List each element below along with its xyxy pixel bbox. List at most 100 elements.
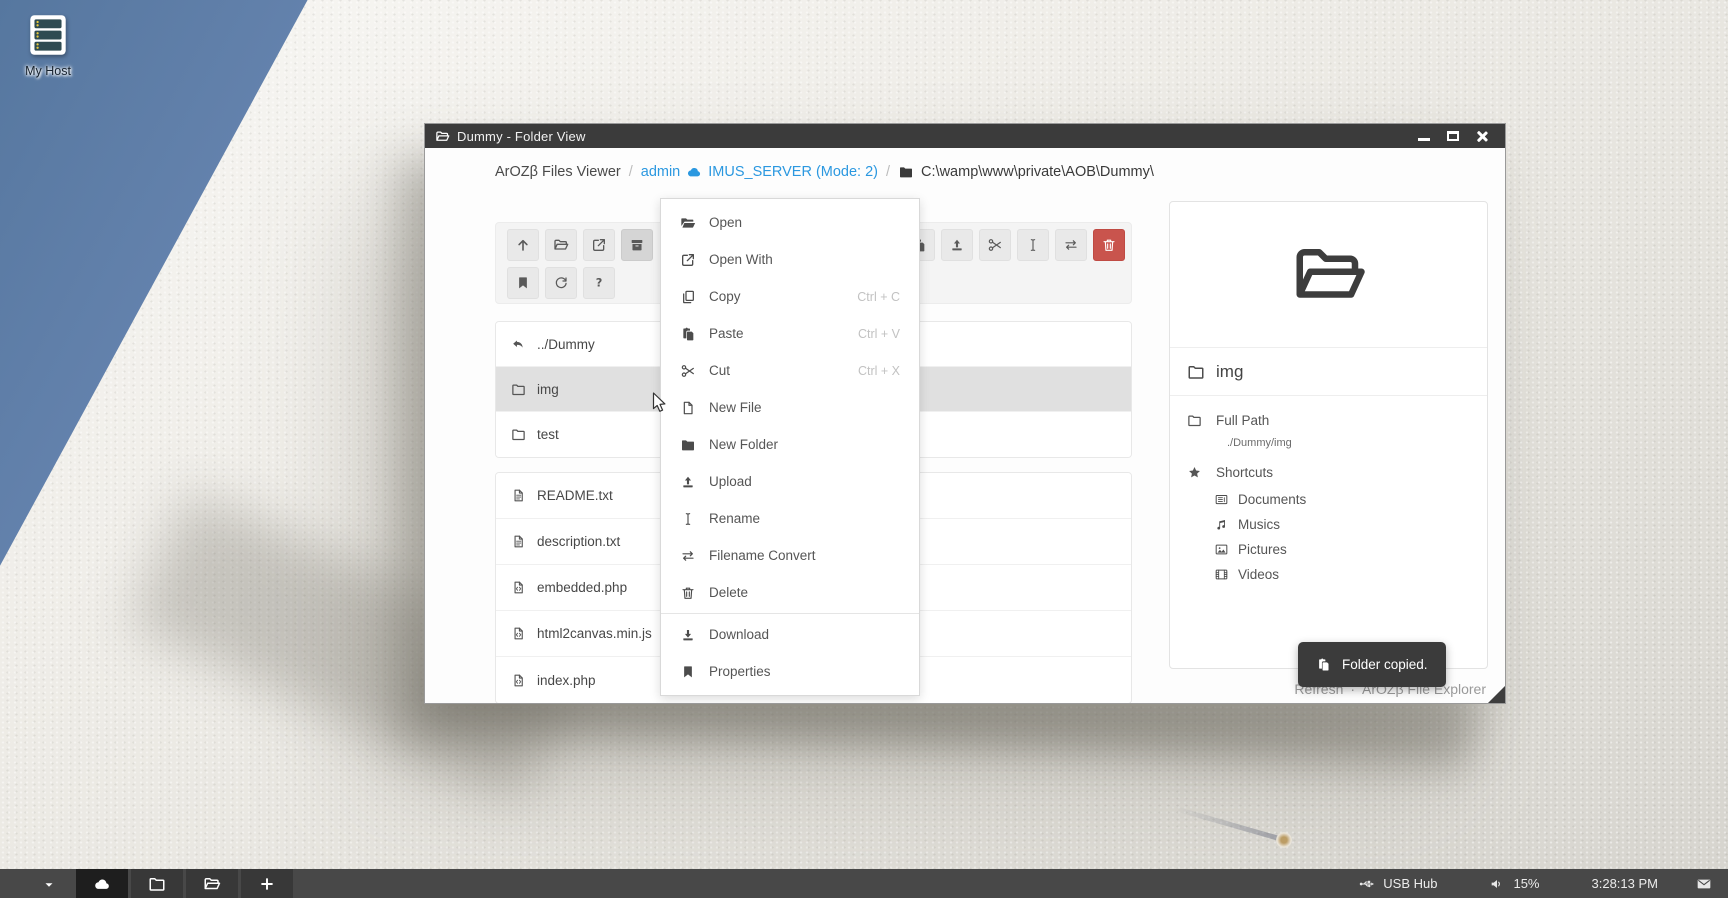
folder-open-icon <box>680 215 696 231</box>
desktop-icon-label: My Host <box>12 64 84 78</box>
taskbar-app-files[interactable] <box>131 869 183 898</box>
menu-item-new-folder[interactable]: New Folder <box>661 426 919 463</box>
folder-icon <box>898 164 914 180</box>
folder-open-icon <box>553 237 569 253</box>
breadcrumb-separator: / <box>886 164 890 180</box>
clock-text: 3:28:13 PM <box>1592 876 1659 891</box>
breadcrumb-app-name: ArOZβ Files Viewer <box>495 164 621 180</box>
host-icon <box>23 10 73 60</box>
minimize-button[interactable] <box>1415 128 1433 144</box>
speaker-icon <box>1489 876 1505 892</box>
refresh-icon <box>553 275 569 291</box>
paste-icon <box>680 326 696 342</box>
close-button[interactable] <box>1473 128 1491 144</box>
toolbar-group-left <box>507 229 653 261</box>
envelope-icon <box>1696 876 1712 892</box>
paste-icon <box>1316 657 1331 672</box>
menu-item-label: Open <box>709 215 742 230</box>
taskbar-app-cloud[interactable] <box>76 869 128 898</box>
selected-file-name-text: img <box>1216 362 1243 382</box>
menu-item-properties[interactable]: Properties <box>661 653 919 690</box>
shortcut-videos[interactable]: Videos <box>1214 562 1470 587</box>
context-menu: Open Open With Copy Ctrl + C Paste Ctrl … <box>660 198 920 696</box>
mouse-cursor <box>652 392 668 419</box>
menu-item-new-file[interactable]: New File <box>661 389 919 426</box>
file-text-icon <box>511 534 526 549</box>
go-up-button[interactable] <box>507 229 539 261</box>
copy-icon <box>680 289 696 305</box>
file-code-icon <box>511 673 526 688</box>
cloud-icon <box>686 164 702 180</box>
rename-button[interactable] <box>1017 229 1049 261</box>
menu-item-upload[interactable]: Upload <box>661 463 919 500</box>
arrow-up-icon <box>515 237 531 253</box>
desktop-icon-my-host[interactable]: My Host <box>12 10 84 78</box>
menu-item-open-with[interactable]: Open With <box>661 241 919 278</box>
bookmark-icon <box>680 664 696 680</box>
properties-button[interactable] <box>507 267 539 299</box>
external-link-icon <box>591 237 607 253</box>
menu-item-label: Open With <box>709 252 773 267</box>
menu-item-paste[interactable]: Paste Ctrl + V <box>661 315 919 352</box>
filename-convert-button[interactable] <box>1055 229 1087 261</box>
refresh-button[interactable] <box>545 267 577 299</box>
taskbar: USB Hub 15% 3:28:13 PM <box>0 869 1728 898</box>
menu-item-cut[interactable]: Cut Ctrl + X <box>661 352 919 389</box>
tray-volume[interactable]: 15% <box>1489 876 1539 892</box>
breadcrumb-path[interactable]: C:\wamp\www\private\AOB\Dummy\ <box>898 164 1154 180</box>
taskbar-caret-button[interactable] <box>42 878 56 890</box>
taskbar-apps <box>76 869 293 898</box>
close-icon <box>1476 130 1488 142</box>
folder-icon <box>511 427 526 442</box>
cut-button[interactable] <box>979 229 1011 261</box>
tray-clock[interactable]: 3:28:13 PM <box>1592 876 1659 891</box>
titlebar[interactable]: Dummy - Folder View <box>425 124 1505 148</box>
menu-item-label: Filename Convert <box>709 548 816 563</box>
menu-item-download[interactable]: Download <box>661 616 919 653</box>
upload-icon <box>949 237 965 253</box>
plus-icon <box>258 875 276 893</box>
menu-item-delete[interactable]: Delete <box>661 574 919 611</box>
menu-item-label: Upload <box>709 474 752 489</box>
menu-item-label: New Folder <box>709 437 778 452</box>
file-icon <box>680 400 696 416</box>
archive-button[interactable] <box>621 229 653 261</box>
open-button[interactable] <box>545 229 577 261</box>
folder-icon <box>511 382 526 397</box>
taskbar-tray: USB Hub 15% 3:28:13 PM <box>1359 876 1712 892</box>
shortcut-label: Videos <box>1238 567 1279 582</box>
folder-name: ../Dummy <box>537 337 595 352</box>
shortcut-list: Documents Musics Pictures Videos <box>1214 487 1470 587</box>
resize-handle[interactable] <box>1488 686 1505 703</box>
star-icon <box>1187 465 1202 480</box>
breadcrumb-separator: / <box>629 164 633 180</box>
menu-item-shortcut: Ctrl + V <box>858 327 900 341</box>
scissors-icon <box>987 237 1003 253</box>
trash-icon <box>1101 237 1117 253</box>
folder-icon <box>1187 363 1205 381</box>
delete-button[interactable] <box>1093 229 1125 261</box>
menu-item-filename-convert[interactable]: Filename Convert <box>661 537 919 574</box>
full-path-row: Full Path <box>1187 407 1470 433</box>
taskbar-app-add[interactable] <box>241 869 293 898</box>
help-button[interactable]: ? <box>583 267 615 299</box>
taskbar-app-folder-view[interactable] <box>186 869 238 898</box>
breadcrumb-user: admin <box>641 164 681 180</box>
open-with-button[interactable] <box>583 229 615 261</box>
tray-mail[interactable] <box>1696 876 1712 892</box>
maximize-button[interactable] <box>1444 128 1462 144</box>
menu-item-copy[interactable]: Copy Ctrl + C <box>661 278 919 315</box>
shortcut-musics[interactable]: Musics <box>1214 512 1470 537</box>
breadcrumb-user-link[interactable]: admin IMUS_SERVER (Mode: 2) <box>641 164 878 180</box>
menu-item-label: Paste <box>709 326 744 341</box>
menu-item-open[interactable]: Open <box>661 204 919 241</box>
shortcut-pictures[interactable]: Pictures <box>1214 537 1470 562</box>
swap-icon <box>680 548 696 564</box>
tray-usb[interactable]: USB Hub <box>1359 876 1437 892</box>
shortcut-documents[interactable]: Documents <box>1214 487 1470 512</box>
menu-item-rename[interactable]: Rename <box>661 500 919 537</box>
menu-item-label: Properties <box>709 664 771 679</box>
breadcrumb: ArOZβ Files Viewer / admin IMUS_SERVER (… <box>495 164 1154 180</box>
menu-item-label: Cut <box>709 363 730 378</box>
upload-button[interactable] <box>941 229 973 261</box>
